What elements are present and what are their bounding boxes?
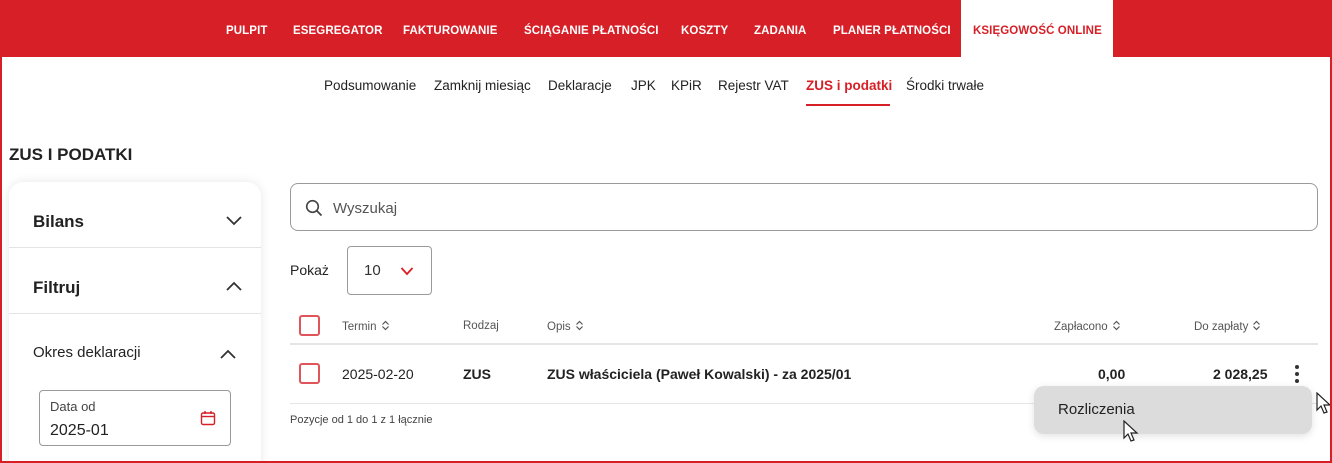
col-rodzaj: Rodzaj: [463, 320, 499, 332]
search-box[interactable]: [290, 183, 1318, 231]
row-actions-menu: Rozliczenia: [1034, 386, 1312, 434]
search-input[interactable]: [333, 196, 1233, 220]
okres-deklaracji-label[interactable]: Okres deklaracji: [33, 344, 141, 361]
search-icon: [305, 199, 323, 217]
nav-fakturowanie[interactable]: FAKTUROWANIE: [403, 0, 497, 57]
sort-icon[interactable]: [575, 320, 584, 331]
filtruj-section[interactable]: Filtruj: [9, 248, 261, 314]
page-size-value: 10: [364, 262, 381, 279]
row-checkbox[interactable]: [299, 363, 320, 384]
calendar-icon[interactable]: [200, 410, 216, 426]
subnav-rejestr-vat[interactable]: Rejestr VAT: [718, 78, 789, 93]
nav-koszty[interactable]: KOSZTY: [681, 0, 728, 57]
nav-pulpit[interactable]: PULPIT: [226, 0, 268, 57]
nav-zadania[interactable]: ZADANIA: [754, 0, 806, 57]
active-tab-underline: [806, 104, 890, 106]
row-termin: 2025-02-20: [342, 366, 414, 382]
filter-sidebar: Bilans Filtruj Okres deklaracji Data od …: [9, 182, 261, 463]
nav-planer-platnosci[interactable]: PLANER PŁATNOŚCI: [833, 0, 951, 57]
row-do-zaplaty: 2 028,25: [1213, 366, 1268, 382]
date-from-label: Data od: [50, 399, 96, 414]
nav-esegregator[interactable]: ESEGREGATOR: [293, 0, 383, 57]
col-do-zaplaty[interactable]: Do zapłaty: [1194, 320, 1261, 333]
date-from-value[interactable]: 2025-01: [50, 422, 109, 440]
chevron-down-icon[interactable]: [225, 214, 243, 226]
nav-ksiegowosc-online[interactable]: KSIĘGOWOŚĆ ONLINE: [961, 0, 1113, 57]
more-options-icon[interactable]: [1293, 365, 1301, 383]
pagination-info: Pozycje od 1 do 1 z 1 łącznie: [290, 414, 433, 426]
bilans-section[interactable]: Bilans: [9, 182, 261, 248]
subnav-jpk[interactable]: JPK: [631, 78, 656, 93]
chevron-down-icon: [400, 267, 414, 276]
menu-item-rozliczenia[interactable]: Rozliczenia: [1058, 401, 1135, 418]
top-navigation: PULPIT ESEGREGATOR FAKTUROWANIE ŚCIĄGANI…: [0, 0, 1332, 57]
page-size-select[interactable]: 10: [347, 246, 432, 295]
header-divider: [290, 343, 1318, 345]
subnav-podsumowanie[interactable]: Podsumowanie: [324, 78, 416, 93]
subnav-srodki-trwale[interactable]: Środki trwałe: [906, 78, 984, 93]
subnav-zus-i-podatki[interactable]: ZUS i podatki: [806, 78, 892, 93]
sort-icon[interactable]: [381, 320, 390, 331]
col-zaplacono[interactable]: Zapłacono: [1054, 320, 1121, 333]
filtruj-label: Filtruj: [33, 278, 81, 297]
page-title: ZUS I PODATKI: [9, 145, 133, 164]
subnav-kpir[interactable]: KPiR: [671, 78, 702, 93]
bilans-label: Bilans: [33, 212, 85, 231]
subnav-zamknij-miesiac[interactable]: Zamknij miesiąc: [434, 78, 531, 93]
sort-icon[interactable]: [1112, 320, 1121, 331]
page-size-label: Pokaż: [290, 262, 329, 278]
chevron-up-icon[interactable]: [225, 280, 243, 292]
sort-icon[interactable]: [1252, 320, 1261, 331]
chevron-up-icon[interactable]: [219, 348, 237, 360]
col-termin[interactable]: Termin: [342, 320, 390, 333]
row-rodzaj: ZUS: [463, 366, 491, 382]
date-from-field[interactable]: Data od 2025-01: [39, 390, 231, 446]
row-opis: ZUS właściciela (Paweł Kowalski) - za 20…: [547, 366, 852, 382]
subnav-deklaracje[interactable]: Deklaracje: [548, 78, 612, 93]
mouse-cursor-icon: [1123, 420, 1139, 442]
select-all-checkbox[interactable]: [299, 315, 320, 336]
mouse-cursor-icon: [1316, 392, 1332, 414]
col-opis[interactable]: Opis: [547, 320, 584, 333]
row-zaplacono: 0,00: [1098, 366, 1126, 382]
nav-sciaganie-platnosci[interactable]: ŚCIĄGANIE PŁATNOŚCI: [524, 0, 659, 57]
